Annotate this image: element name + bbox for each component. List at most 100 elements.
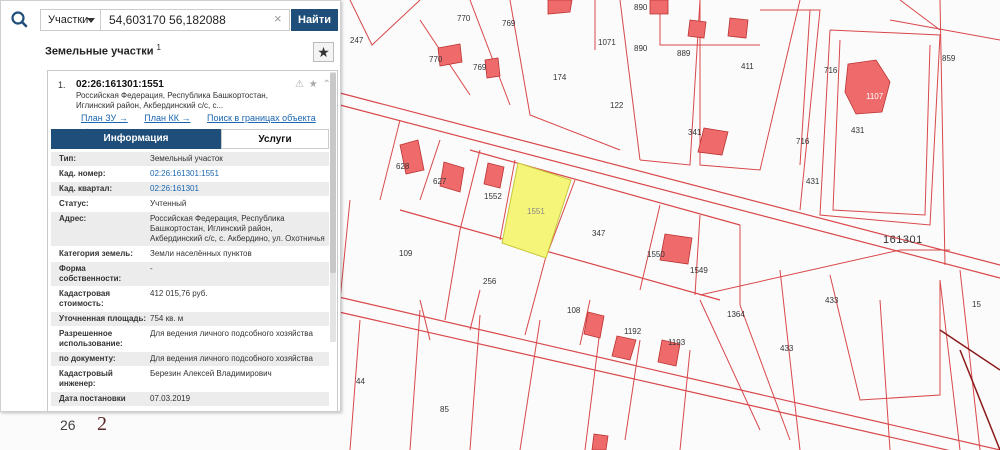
plot-label: 174 (553, 73, 567, 82)
attribute-row: Кад. квартал: 02:26:161301 (51, 182, 329, 197)
plot-label: 1193 (668, 338, 686, 347)
plot-label: 1550 (647, 250, 665, 259)
plot-label: 889 (677, 49, 691, 58)
attribute-label: Адрес: (59, 214, 87, 223)
attribute-value: Учтенный (150, 199, 187, 208)
plot-label: 108 (567, 306, 581, 315)
warning-icon[interactable]: ⚠ (295, 79, 305, 90)
attribute-label: Дата постановки (59, 394, 126, 403)
plot-label: 716 (796, 137, 810, 146)
result-index: 1. (58, 80, 66, 90)
plot-label: 1107 (866, 92, 884, 101)
attribute-value: - (150, 264, 153, 273)
plot-label: 15 (972, 300, 981, 309)
panel-title: Земельные участки 1 (45, 43, 161, 58)
plot-label: 431 (806, 177, 820, 186)
scrollbar-thumb[interactable] (330, 73, 336, 273)
attribute-value: Земли населённых пунктов (150, 249, 252, 258)
attribute-value: Для ведения личного подсобного хозяйства (150, 354, 313, 363)
attribute-row: Разрешенное использование: Для ведения ли… (51, 327, 329, 352)
tab-services[interactable]: Услуги (221, 129, 329, 149)
plot-label: 256 (483, 277, 497, 286)
attribute-value: 07.03.2019 (150, 394, 191, 403)
attribute-value: Березин Алексей Владимирович (150, 369, 272, 378)
plot-label: 347 (592, 229, 606, 238)
plot-label: 859 (942, 54, 956, 63)
attribute-row: Адрес: Российская Федерация, Республика Б… (51, 212, 329, 247)
plot-label: 716 (824, 66, 838, 75)
attribute-label: Тип: (59, 154, 76, 163)
plot-label: 1551 (527, 207, 545, 216)
attribute-row: по документу: Для ведения личного подсобн… (51, 352, 329, 367)
map-block-number: 2 (97, 413, 107, 435)
plot-label: 1364 (727, 310, 745, 319)
plot-label: 628 (396, 162, 410, 171)
result-card: 1. 02:26:161301:1551 Российская Федераци… (47, 70, 338, 411)
attribute-label: Кад. номер: (59, 169, 106, 178)
plot-label: 627 (433, 177, 447, 186)
attribute-table: Тип: Земельный участок Кад. номер: 02:26:16… (51, 152, 329, 407)
plot-label: 1192 (624, 327, 642, 336)
attribute-row: Уточненная площадь: 754 кв. м (51, 312, 329, 327)
attribute-row: Кадастровый инженер: Березин Алексей Влад… (51, 367, 329, 392)
plot-label: 890 (634, 3, 648, 12)
plot-label: 431 (851, 126, 865, 135)
attribute-row: Кадастровая стоимость: 412 015,76 руб. (51, 287, 329, 312)
panel-title-count: 1 (156, 43, 161, 52)
attribute-label: Разрешенное использование: (59, 329, 123, 348)
plot-label: 770 (457, 14, 471, 23)
plot-label: 44 (356, 377, 365, 386)
plot-label: 122 (610, 101, 624, 110)
plan-kk-link[interactable]: План КК → (144, 113, 190, 123)
find-button[interactable]: Найти (291, 9, 338, 31)
attribute-row: Дата постановки 07.03.2019 (51, 392, 329, 407)
plot-label: 247 (350, 36, 364, 45)
attribute-label: Форма собственности: (59, 264, 122, 283)
plot-label: 411 (741, 62, 754, 71)
attribute-label: Кадастровый инженер: (59, 369, 113, 388)
attribute-value: 754 кв. м (150, 314, 184, 323)
quarter-label: 161301 (883, 234, 923, 246)
star-icon: ★ (317, 44, 330, 60)
attribute-label: Уточненная площадь: (59, 314, 147, 323)
attribute-value: Для ведения личного подсобного хозяйства (150, 329, 313, 338)
plot-label: 341 (688, 128, 702, 137)
attribute-row: Кад. номер: 02:26:161301:1551 (51, 167, 329, 182)
plot-label: 890 (634, 44, 648, 53)
object-type-value: Участки (48, 14, 89, 26)
panel-title-text: Земельные участки (45, 45, 154, 58)
plot-label: 85 (440, 405, 449, 414)
search-icon[interactable] (7, 9, 33, 31)
plot-label: 1552 (484, 192, 502, 201)
plan-zu-link[interactable]: План ЗУ → (81, 113, 128, 123)
tab-information[interactable]: Информация (51, 129, 221, 149)
attribute-row: Форма собственности: - (51, 262, 329, 287)
favorites-button[interactable]: ★ (313, 42, 334, 62)
attribute-label: Кад. квартал: (59, 184, 113, 193)
attribute-label: по документу: (59, 354, 116, 363)
star-icon[interactable]: ★ (309, 79, 319, 90)
attribute-label: Статус: (59, 199, 89, 208)
plot-label: 769 (473, 63, 487, 72)
card-actions: ⚠ ★ ⌃ (295, 79, 332, 90)
chevron-down-icon (87, 18, 95, 23)
map-block-number: 26 (60, 417, 76, 433)
plot-label: 770 (429, 55, 443, 64)
object-type-select[interactable]: Участки (40, 9, 100, 31)
attribute-value[interactable]: 02:26:161301 (150, 182, 329, 196)
attribute-row: Категория земель: Земли населённых пункто… (51, 247, 329, 262)
attribute-value: Российская Федерация, Республика Башкорт… (150, 214, 325, 243)
clear-icon[interactable]: × (274, 12, 282, 26)
attribute-value: Земельный участок (150, 154, 223, 163)
result-cad-number[interactable]: 02:26:161301:1551 (76, 79, 164, 90)
attribute-row: Тип: Земельный участок (51, 152, 329, 167)
result-address: Российская Федерация, Республика Башкорт… (76, 91, 268, 110)
plot-label: 1549 (690, 266, 708, 275)
attribute-value: 412 015,76 руб. (150, 289, 208, 298)
search-panel: Участки × Найти Земельные участки 1 ★ 1.… (0, 0, 341, 412)
attribute-label: Кадастровая стоимость: (59, 289, 111, 308)
attribute-label: Категория земель: (59, 249, 133, 258)
attribute-value[interactable]: 02:26:161301:1551 (150, 167, 329, 181)
chevron-up-icon[interactable]: ⌃ (323, 79, 332, 90)
search-input[interactable] (100, 9, 290, 31)
